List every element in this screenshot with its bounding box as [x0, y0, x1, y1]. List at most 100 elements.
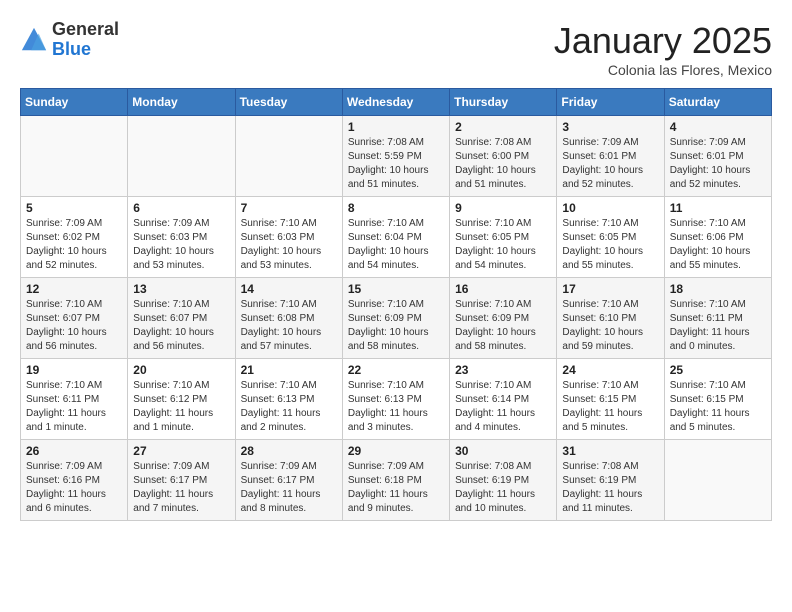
day-info: Sunrise: 7:10 AMSunset: 6:07 PMDaylight:…: [133, 299, 214, 352]
day-info: Sunrise: 7:10 AMSunset: 6:14 PMDaylight:…: [455, 380, 535, 433]
calendar-week-row: 1 Sunrise: 7:08 AMSunset: 5:59 PMDayligh…: [21, 116, 772, 197]
day-info: Sunrise: 7:10 AMSunset: 6:11 PMDaylight:…: [26, 380, 106, 433]
table-row: 8 Sunrise: 7:10 AMSunset: 6:04 PMDayligh…: [342, 197, 449, 278]
title-block: January 2025 Colonia las Flores, Mexico: [554, 20, 772, 78]
table-row: 3 Sunrise: 7:09 AMSunset: 6:01 PMDayligh…: [557, 116, 664, 197]
calendar-week-row: 5 Sunrise: 7:09 AMSunset: 6:02 PMDayligh…: [21, 197, 772, 278]
header-monday: Monday: [128, 89, 235, 116]
day-number: 27: [133, 444, 229, 458]
header-sunday: Sunday: [21, 89, 128, 116]
header-wednesday: Wednesday: [342, 89, 449, 116]
table-row: 28 Sunrise: 7:09 AMSunset: 6:17 PMDaylig…: [235, 440, 342, 521]
day-number: 4: [670, 120, 766, 134]
day-number: 28: [241, 444, 337, 458]
day-info: Sunrise: 7:10 AMSunset: 6:10 PMDaylight:…: [562, 299, 643, 352]
day-number: 18: [670, 282, 766, 296]
day-info: Sunrise: 7:10 AMSunset: 6:15 PMDaylight:…: [562, 380, 642, 433]
day-number: 17: [562, 282, 658, 296]
header-thursday: Thursday: [450, 89, 557, 116]
day-number: 13: [133, 282, 229, 296]
table-row: 26 Sunrise: 7:09 AMSunset: 6:16 PMDaylig…: [21, 440, 128, 521]
day-number: 14: [241, 282, 337, 296]
day-number: 8: [348, 201, 444, 215]
day-number: 7: [241, 201, 337, 215]
table-row: 14 Sunrise: 7:10 AMSunset: 6:08 PMDaylig…: [235, 278, 342, 359]
table-row: 15 Sunrise: 7:10 AMSunset: 6:09 PMDaylig…: [342, 278, 449, 359]
table-row: 18 Sunrise: 7:10 AMSunset: 6:11 PMDaylig…: [664, 278, 771, 359]
table-row: 22 Sunrise: 7:10 AMSunset: 6:13 PMDaylig…: [342, 359, 449, 440]
day-number: 19: [26, 363, 122, 377]
day-number: 29: [348, 444, 444, 458]
day-info: Sunrise: 7:08 AMSunset: 6:00 PMDaylight:…: [455, 137, 536, 190]
table-row: 30 Sunrise: 7:08 AMSunset: 6:19 PMDaylig…: [450, 440, 557, 521]
day-number: 9: [455, 201, 551, 215]
day-info: Sunrise: 7:09 AMSunset: 6:01 PMDaylight:…: [562, 137, 643, 190]
day-info: Sunrise: 7:09 AMSunset: 6:02 PMDaylight:…: [26, 218, 107, 271]
day-number: 2: [455, 120, 551, 134]
day-info: Sunrise: 7:10 AMSunset: 6:09 PMDaylight:…: [455, 299, 536, 352]
calendar-week-row: 19 Sunrise: 7:10 AMSunset: 6:11 PMDaylig…: [21, 359, 772, 440]
table-row: [21, 116, 128, 197]
day-info: Sunrise: 7:09 AMSunset: 6:18 PMDaylight:…: [348, 461, 428, 514]
day-info: Sunrise: 7:09 AMSunset: 6:03 PMDaylight:…: [133, 218, 214, 271]
page-header: General Blue January 2025 Colonia las Fl…: [20, 20, 772, 78]
day-info: Sunrise: 7:10 AMSunset: 6:05 PMDaylight:…: [455, 218, 536, 271]
day-number: 15: [348, 282, 444, 296]
day-number: 31: [562, 444, 658, 458]
day-number: 23: [455, 363, 551, 377]
month-title: January 2025: [554, 20, 772, 62]
day-number: 6: [133, 201, 229, 215]
day-info: Sunrise: 7:08 AMSunset: 6:19 PMDaylight:…: [455, 461, 535, 514]
table-row: 11 Sunrise: 7:10 AMSunset: 6:06 PMDaylig…: [664, 197, 771, 278]
day-number: 25: [670, 363, 766, 377]
day-info: Sunrise: 7:10 AMSunset: 6:13 PMDaylight:…: [241, 380, 321, 433]
table-row: 27 Sunrise: 7:09 AMSunset: 6:17 PMDaylig…: [128, 440, 235, 521]
table-row: 19 Sunrise: 7:10 AMSunset: 6:11 PMDaylig…: [21, 359, 128, 440]
table-row: 23 Sunrise: 7:10 AMSunset: 6:14 PMDaylig…: [450, 359, 557, 440]
day-info: Sunrise: 7:10 AMSunset: 6:07 PMDaylight:…: [26, 299, 107, 352]
table-row: 2 Sunrise: 7:08 AMSunset: 6:00 PMDayligh…: [450, 116, 557, 197]
logo-icon: [20, 26, 48, 54]
day-info: Sunrise: 7:09 AMSunset: 6:01 PMDaylight:…: [670, 137, 751, 190]
day-number: 11: [670, 201, 766, 215]
calendar-header-row: Sunday Monday Tuesday Wednesday Thursday…: [21, 89, 772, 116]
table-row: 6 Sunrise: 7:09 AMSunset: 6:03 PMDayligh…: [128, 197, 235, 278]
table-row: 31 Sunrise: 7:08 AMSunset: 6:19 PMDaylig…: [557, 440, 664, 521]
day-info: Sunrise: 7:09 AMSunset: 6:16 PMDaylight:…: [26, 461, 106, 514]
day-number: 5: [26, 201, 122, 215]
day-info: Sunrise: 7:10 AMSunset: 6:03 PMDaylight:…: [241, 218, 322, 271]
day-info: Sunrise: 7:10 AMSunset: 6:09 PMDaylight:…: [348, 299, 429, 352]
table-row: 17 Sunrise: 7:10 AMSunset: 6:10 PMDaylig…: [557, 278, 664, 359]
location-subtitle: Colonia las Flores, Mexico: [554, 62, 772, 78]
header-saturday: Saturday: [664, 89, 771, 116]
day-number: 30: [455, 444, 551, 458]
table-row: 4 Sunrise: 7:09 AMSunset: 6:01 PMDayligh…: [664, 116, 771, 197]
table-row: 24 Sunrise: 7:10 AMSunset: 6:15 PMDaylig…: [557, 359, 664, 440]
table-row: 1 Sunrise: 7:08 AMSunset: 5:59 PMDayligh…: [342, 116, 449, 197]
table-row: 10 Sunrise: 7:10 AMSunset: 6:05 PMDaylig…: [557, 197, 664, 278]
table-row: 16 Sunrise: 7:10 AMSunset: 6:09 PMDaylig…: [450, 278, 557, 359]
day-number: 10: [562, 201, 658, 215]
day-number: 22: [348, 363, 444, 377]
day-info: Sunrise: 7:10 AMSunset: 6:15 PMDaylight:…: [670, 380, 750, 433]
day-info: Sunrise: 7:10 AMSunset: 6:04 PMDaylight:…: [348, 218, 429, 271]
logo: General Blue: [20, 20, 119, 60]
day-number: 12: [26, 282, 122, 296]
day-number: 21: [241, 363, 337, 377]
day-number: 16: [455, 282, 551, 296]
day-number: 20: [133, 363, 229, 377]
day-info: Sunrise: 7:08 AMSunset: 6:19 PMDaylight:…: [562, 461, 642, 514]
logo-general-text: General: [52, 19, 119, 39]
table-row: 5 Sunrise: 7:09 AMSunset: 6:02 PMDayligh…: [21, 197, 128, 278]
table-row: [128, 116, 235, 197]
day-number: 3: [562, 120, 658, 134]
table-row: 9 Sunrise: 7:10 AMSunset: 6:05 PMDayligh…: [450, 197, 557, 278]
day-info: Sunrise: 7:10 AMSunset: 6:12 PMDaylight:…: [133, 380, 213, 433]
day-info: Sunrise: 7:08 AMSunset: 5:59 PMDaylight:…: [348, 137, 429, 190]
header-friday: Friday: [557, 89, 664, 116]
calendar-week-row: 12 Sunrise: 7:10 AMSunset: 6:07 PMDaylig…: [21, 278, 772, 359]
header-tuesday: Tuesday: [235, 89, 342, 116]
table-row: 25 Sunrise: 7:10 AMSunset: 6:15 PMDaylig…: [664, 359, 771, 440]
day-info: Sunrise: 7:10 AMSunset: 6:11 PMDaylight:…: [670, 299, 750, 352]
table-row: 21 Sunrise: 7:10 AMSunset: 6:13 PMDaylig…: [235, 359, 342, 440]
